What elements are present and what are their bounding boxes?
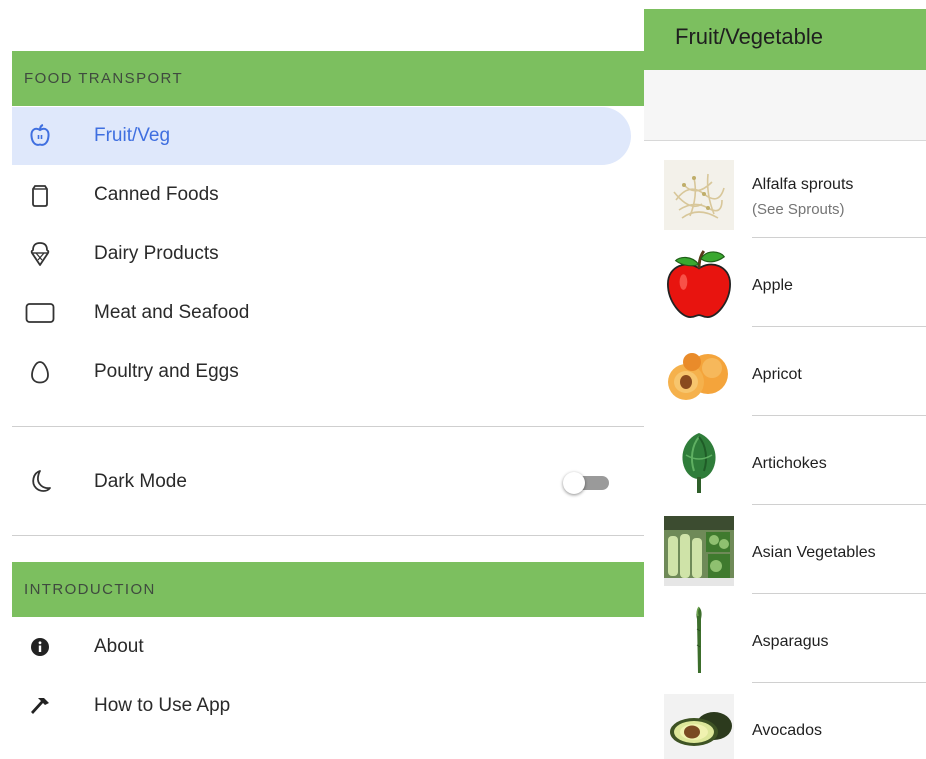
menu-item-label: Poultry and Eggs	[94, 361, 239, 382]
menu-item-poultry-eggs[interactable]: Poultry and Eggs	[12, 343, 632, 401]
food-list: Alfalfa sprouts (See Sprouts) Apple Apri…	[644, 157, 926, 759]
egg-icon	[20, 357, 60, 387]
moon-icon	[20, 467, 60, 497]
menu-item-label: Dark Mode	[94, 471, 187, 492]
menu-item-fruit-veg[interactable]: Fruit/Veg	[12, 107, 631, 165]
list-item[interactable]: Asian Vegetables	[644, 513, 926, 602]
item-title: Apple	[752, 277, 793, 294]
section-header-food-transport: FOOD TRANSPORT	[12, 51, 644, 106]
side-menu: FOOD TRANSPORT Fruit/Veg Canned Foods Da…	[12, 0, 644, 759]
can-icon	[20, 180, 60, 210]
item-title: Asparagus	[752, 633, 829, 650]
apple-image	[664, 249, 734, 319]
apple-icon	[20, 121, 60, 151]
dark-mode-toggle[interactable]	[563, 472, 609, 494]
menu-item-label: Fruit/Veg	[94, 125, 171, 146]
item-title: Artichokes	[752, 455, 827, 472]
menu-divider	[12, 535, 644, 536]
list-item[interactable]: Asparagus	[644, 602, 926, 691]
menu-item-label: Canned Foods	[94, 184, 219, 205]
ice-cream-icon	[20, 239, 60, 269]
list-item[interactable]: Alfalfa sprouts (See Sprouts)	[644, 157, 926, 246]
menu-item-about[interactable]: About	[12, 618, 632, 676]
avocado-image	[664, 694, 734, 759]
item-title: Avocados	[752, 722, 822, 739]
page-title: Fruit/Vegetable	[644, 9, 926, 70]
toggle-knob	[563, 472, 585, 494]
asian-vegetables-image	[664, 516, 734, 586]
item-title: Asian Vegetables	[752, 544, 876, 561]
fruit-vegetable-page: Fruit/Vegetable Alfalfa sprouts (See Spr…	[644, 9, 926, 759]
list-item[interactable]: Apple	[644, 246, 926, 335]
tablet-icon	[20, 298, 60, 328]
menu-item-label: Dairy Products	[94, 243, 219, 264]
menu-item-label: About	[94, 636, 144, 657]
list-item[interactable]: Apricot	[644, 335, 926, 424]
asparagus-image	[664, 605, 734, 675]
menu-item-canned-foods[interactable]: Canned Foods	[12, 166, 632, 224]
sprouts-image	[664, 160, 734, 230]
menu-item-dairy-products[interactable]: Dairy Products	[12, 225, 632, 283]
section-header-introduction: INTRODUCTION	[12, 562, 644, 617]
item-subtitle: (See Sprouts)	[752, 201, 845, 218]
menu-item-how-to-use[interactable]: How to Use App	[12, 677, 632, 735]
list-item[interactable]: Avocados	[644, 691, 926, 759]
menu-divider	[12, 426, 644, 427]
menu-item-label: How to Use App	[94, 695, 231, 716]
artichoke-image	[664, 427, 734, 497]
menu-item-meat-seafood[interactable]: Meat and Seafood	[12, 284, 632, 342]
list-item[interactable]: Artichokes	[644, 424, 926, 513]
page-subheader	[644, 70, 926, 141]
item-title: Alfalfa sprouts	[752, 176, 854, 193]
hammer-icon	[20, 691, 60, 721]
menu-item-label: Meat and Seafood	[94, 302, 250, 323]
menu-item-dark-mode[interactable]: Dark Mode	[12, 453, 632, 511]
apricot-image	[664, 338, 734, 408]
info-icon	[20, 632, 60, 662]
item-title: Apricot	[752, 366, 802, 383]
